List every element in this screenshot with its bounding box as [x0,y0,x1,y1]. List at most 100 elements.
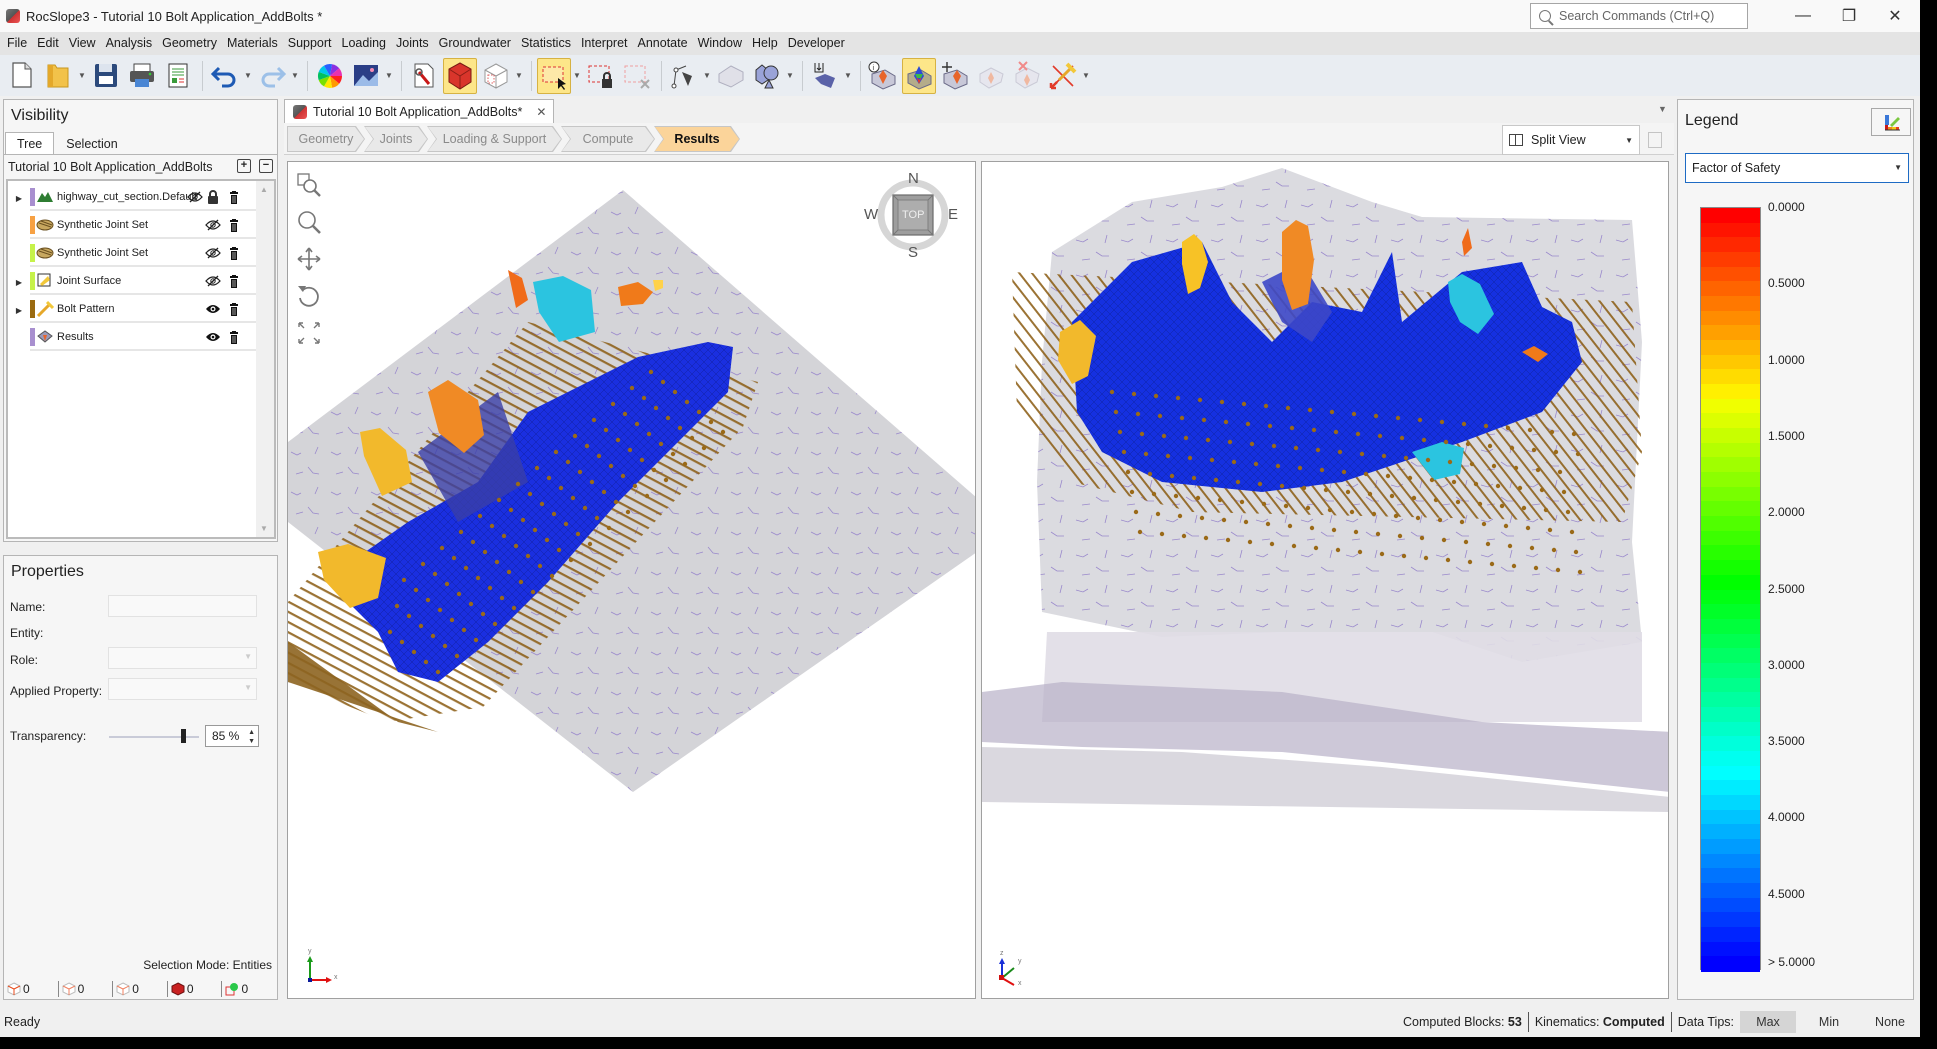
transparency-spinbox[interactable]: 85 % ▲ ▼ [205,725,259,747]
search-commands-input[interactable]: Search Commands (Ctrl+Q) [1530,3,1748,29]
transparency-slider[interactable] [109,736,199,738]
zoom-icon[interactable] [296,209,322,235]
tree-item-body[interactable]: Synthetic Joint Set [30,213,262,239]
eye-hidden-icon[interactable] [205,275,221,287]
trash-icon[interactable] [229,219,239,232]
background-image-button[interactable] [349,58,383,94]
zoom-extents-icon[interactable] [296,320,322,346]
role-select[interactable]: ▼ [108,647,257,669]
workflow-step-results[interactable]: Results [655,127,739,151]
eye-hidden-icon[interactable] [205,247,221,259]
lock-icon[interactable] [207,190,219,204]
viewport-top[interactable]: N S E W TOP y x [287,161,976,999]
eye-icon[interactable] [205,331,221,343]
workflow-step-joints[interactable]: Joints [365,127,427,151]
tree-scrollbar[interactable]: ▲ ▼ [256,181,274,537]
close-tab-icon[interactable]: ✕ [536,105,546,119]
document-tab[interactable]: Tutorial 10 Bolt Application_AddBolts* ✕ [284,99,554,123]
tree-item-body[interactable]: highway_cut_section.Default [30,185,262,211]
close-button[interactable]: ✕ [1872,0,1918,32]
tree-item-body[interactable]: Results [30,325,262,351]
menu-support[interactable]: Support [283,32,337,55]
entity-color-swatch[interactable] [30,300,35,318]
trash-icon[interactable] [229,331,239,344]
scroll-up-icon[interactable]: ▲ [260,185,268,194]
tree-item[interactable]: ▶ Bolt Pattern [8,297,262,323]
block-results-button[interactable] [902,57,936,94]
eye-hidden-icon[interactable] [187,191,203,203]
viewport-perspective[interactable]: z y x [981,161,1669,999]
dropdown-arrow-icon[interactable]: ▼ [844,71,852,80]
bolt-tool-button[interactable] [1046,58,1080,94]
workflow-step-compute[interactable]: Compute [562,127,654,151]
tree-item-body[interactable]: Bolt Pattern [30,297,262,323]
workflow-step-geometry[interactable]: Geometry [288,127,364,151]
menu-edit[interactable]: Edit [32,32,64,55]
transparency-slider-thumb[interactable] [180,729,186,743]
menu-interpret[interactable]: Interpret [576,32,633,55]
menu-analysis[interactable]: Analysis [101,32,158,55]
dropdown-arrow-icon[interactable]: ▼ [515,71,523,80]
legend-property-select[interactable]: Factor of Safety ▼ [1685,153,1909,183]
model-scene-top[interactable] [288,162,976,999]
legend-settings-button[interactable] [1871,108,1911,136]
tree-item-body[interactable]: Joint Surface [30,269,262,295]
trash-icon[interactable] [229,191,239,204]
menu-file[interactable]: File [2,32,32,55]
compass-west[interactable]: W [864,206,878,223]
report-button[interactable] [161,58,195,94]
compass-east[interactable]: E [948,206,958,223]
undo-button[interactable] [208,58,242,94]
lock-selection-button[interactable] [584,58,618,94]
new-file-button[interactable] [6,58,40,94]
tree-item[interactable]: Results [8,325,262,351]
name-field[interactable] [108,595,257,617]
pan-icon[interactable] [296,246,322,272]
hide-block-button[interactable] [974,58,1008,94]
scroll-down-icon[interactable]: ▼ [260,524,268,533]
import-surface-button[interactable] [808,58,842,94]
menu-view[interactable]: View [64,32,101,55]
dropdown-arrow-icon[interactable]: ▼ [385,71,393,80]
menu-window[interactable]: Window [693,32,747,55]
surface-button[interactable] [714,58,748,94]
polyline-select-button[interactable] [667,58,701,94]
menu-joints[interactable]: Joints [391,32,434,55]
dropdown-arrow-icon[interactable]: ▼ [78,71,86,80]
compass-south[interactable]: S [908,244,918,261]
block-info-button[interactable]: i [866,58,900,94]
data-tips-max[interactable]: Max [1740,1010,1796,1033]
applied-property-select[interactable]: ▼ [108,678,257,700]
data-tips-none[interactable]: None [1862,1011,1918,1033]
data-tips-min[interactable]: Min [1801,1011,1857,1033]
menu-geometry[interactable]: Geometry [157,32,222,55]
dropdown-arrow-icon[interactable]: ▼ [1082,71,1090,80]
tree-item[interactable]: ▶ Joint Surface [8,269,262,295]
tab-tree[interactable]: Tree [5,132,55,154]
cube-face-top[interactable]: TOP [902,209,924,221]
clear-selection-button[interactable] [620,58,654,94]
menu-help[interactable]: Help [747,32,783,55]
trash-icon[interactable] [229,275,239,288]
trash-icon[interactable] [229,247,239,260]
expand-all-icon[interactable]: + [237,159,251,173]
spin-up-icon[interactable]: ▲ [248,729,255,736]
navigation-cube[interactable]: N S E W TOP [864,170,958,262]
compass-north[interactable]: N [908,170,919,187]
dropdown-arrow-icon[interactable]: ▼ [786,71,794,80]
model-scene-perspective[interactable] [982,162,1669,999]
eye-hidden-icon[interactable] [205,219,221,231]
workflow-step-loading-support[interactable]: Loading & Support [428,127,561,151]
restore-button[interactable]: ❐ [1826,0,1872,32]
view-mode-select[interactable]: Split View ▼ [1502,125,1640,155]
move-block-button[interactable] [938,58,972,94]
dropdown-arrow-icon[interactable]: ▼ [244,71,252,80]
menu-statistics[interactable]: Statistics [516,32,576,55]
delete-block-button[interactable] [1010,58,1044,94]
collapse-all-icon[interactable]: − [259,159,273,173]
menu-annotate[interactable]: Annotate [633,32,693,55]
trash-icon[interactable] [229,303,239,316]
tab-selection[interactable]: Selection [54,132,129,154]
redo-button[interactable] [255,58,289,94]
save-button[interactable] [89,58,123,94]
